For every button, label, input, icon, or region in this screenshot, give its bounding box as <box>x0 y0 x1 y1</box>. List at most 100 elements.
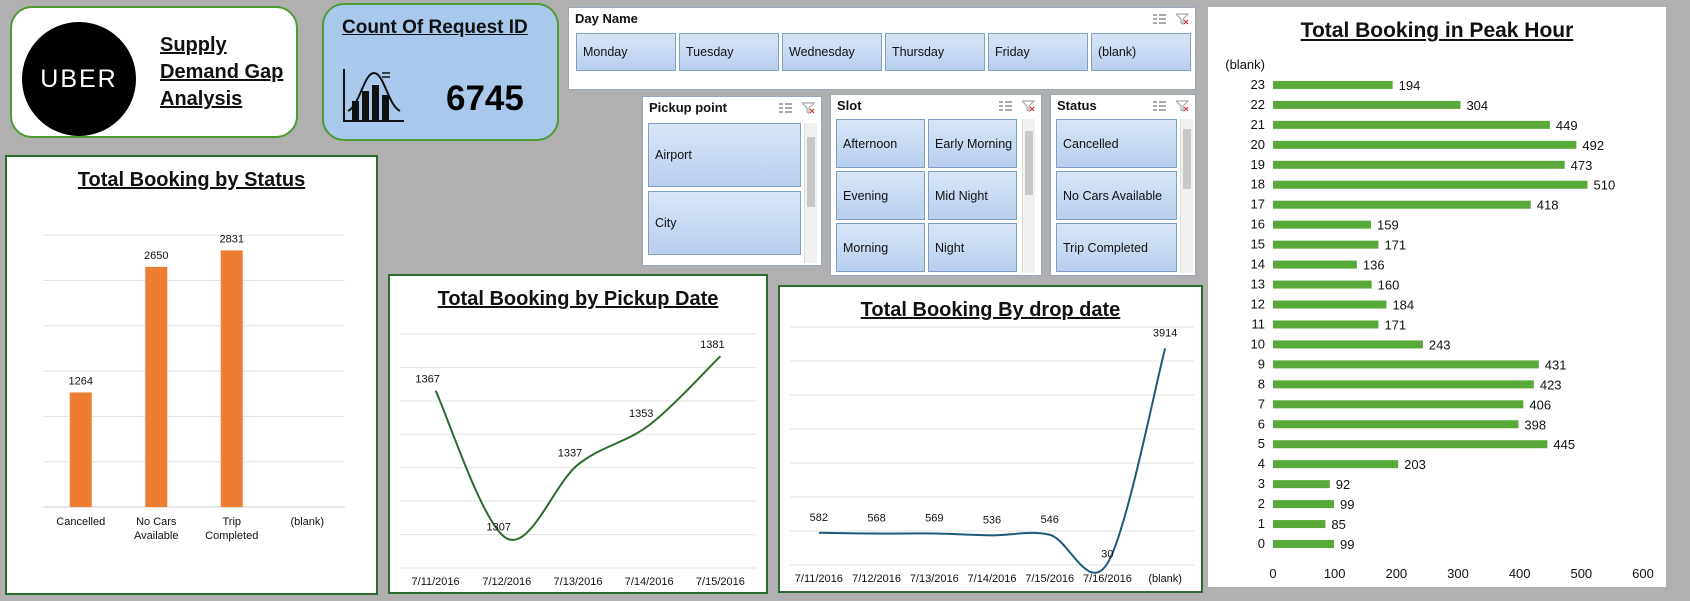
kpi-card: Count Of Request ID 6745 <box>322 3 559 141</box>
x-tick-label: 7/15/2016 <box>696 576 745 588</box>
clear-filter-icon[interactable] <box>800 101 816 119</box>
kpi-title: Count Of Request ID <box>342 17 528 38</box>
slicer-item-cancelled[interactable]: Cancelled <box>1056 119 1177 168</box>
y-tick-label: 4 <box>1258 456 1265 471</box>
data-label: 184 <box>1392 298 1414 313</box>
status-slicer: Status Cancelled No Cars Available Trip … <box>1050 94 1196 276</box>
data-label: 99 <box>1340 537 1354 552</box>
clear-filter-icon[interactable] <box>1020 99 1036 117</box>
data-label: 423 <box>1540 377 1562 392</box>
data-label: 136 <box>1363 258 1385 273</box>
y-tick-label: 20 <box>1251 137 1265 152</box>
slicer-scrollbar[interactable] <box>1022 119 1035 273</box>
multi-select-icon[interactable] <box>1153 12 1166 30</box>
x-tick-label: Trip <box>222 516 241 528</box>
bell-curve-bar-chart-icon <box>342 67 406 130</box>
x-tick-label: 7/11/2016 <box>795 573 843 585</box>
data-label: 203 <box>1404 457 1426 472</box>
clear-filter-icon[interactable] <box>1174 12 1190 30</box>
data-label: 1381 <box>700 339 724 351</box>
slicer-item-evening[interactable]: Evening <box>836 171 925 220</box>
bar <box>1273 400 1524 409</box>
data-label: 582 <box>810 512 828 524</box>
bar <box>1273 420 1519 429</box>
slicer-item-blank[interactable]: (blank) <box>1091 33 1191 71</box>
data-label: 398 <box>1524 417 1546 432</box>
y-tick-label: 18 <box>1251 177 1265 192</box>
slicer-title: Status <box>1057 98 1097 113</box>
y-tick-label: 5 <box>1258 436 1265 451</box>
slicer-item-wednesday[interactable]: Wednesday <box>782 33 882 71</box>
x-tick-label: 7/13/2016 <box>910 573 959 585</box>
y-tick-label: 6 <box>1258 416 1265 431</box>
slicer-item-friday[interactable]: Friday <box>988 33 1088 71</box>
bar <box>1273 220 1372 229</box>
data-label: 1353 <box>629 408 653 420</box>
slicer-scrollbar[interactable] <box>1180 119 1193 273</box>
multi-select-icon[interactable] <box>1153 99 1166 117</box>
x-tick-label: 7/15/2016 <box>1025 573 1074 585</box>
day-name-slicer: Day Name Monday Tuesday Wednesday Thursd… <box>568 7 1196 90</box>
y-tick-label: 0 <box>1258 536 1265 551</box>
bar <box>1273 140 1577 149</box>
y-tick-label: 12 <box>1251 297 1265 312</box>
x-tick-label: 300 <box>1447 566 1469 581</box>
clear-filter-icon[interactable] <box>1174 99 1190 117</box>
y-tick-label: 22 <box>1251 97 1265 112</box>
bar <box>1273 440 1548 449</box>
multi-select-icon[interactable] <box>999 99 1012 117</box>
slicer-item-tuesday[interactable]: Tuesday <box>679 33 779 71</box>
slicer-item-early-morning[interactable]: Early Morning <box>928 119 1017 168</box>
data-label: 568 <box>867 513 885 525</box>
y-tick-label: 16 <box>1251 217 1265 232</box>
slicer-item-night[interactable]: Night <box>928 223 1017 272</box>
x-tick-label: 0 <box>1269 566 1276 581</box>
slicer-title: Pickup point <box>649 100 727 115</box>
kpi-value: 6745 <box>446 79 524 118</box>
slicer-item-trip-completed[interactable]: Trip Completed <box>1056 223 1177 272</box>
slicer-item-morning[interactable]: Morning <box>836 223 925 272</box>
data-label: 473 <box>1571 158 1593 173</box>
bar <box>220 250 243 508</box>
x-tick-label: 400 <box>1509 566 1531 581</box>
data-label: 194 <box>1399 78 1421 93</box>
slicer-item-city[interactable]: City <box>648 191 801 255</box>
slicer-item-afternoon[interactable]: Afternoon <box>836 119 925 168</box>
slicer-item-thursday[interactable]: Thursday <box>885 33 985 71</box>
bar <box>1273 200 1531 209</box>
bar <box>1273 100 1461 109</box>
data-label: 569 <box>925 513 943 525</box>
drop-date-line-chart: 582 7/11/2016 568 7/12/2016 569 7/13/2016 536 7… <box>790 326 1194 585</box>
x-tick-label: 500 <box>1570 566 1592 581</box>
slicer-item-mid-night[interactable]: Mid Night <box>928 171 1017 220</box>
data-label: 406 <box>1529 397 1551 412</box>
data-label: 159 <box>1377 218 1399 233</box>
data-label: 2831 <box>220 233 244 245</box>
x-tick-label: 7/12/2016 <box>482 576 531 588</box>
dashboard-title: Supply Demand Gap Analysis <box>160 34 284 110</box>
x-tick-label: No Cars <box>136 516 177 528</box>
data-label: 243 <box>1429 337 1451 352</box>
dashboard: UBER Supply Demand Gap Analysis Count Of… <box>0 0 1690 601</box>
bar <box>1273 500 1335 509</box>
y-tick-label: 17 <box>1251 197 1265 212</box>
slicer-scrollbar[interactable] <box>804 123 817 263</box>
bar <box>1273 380 1534 389</box>
bar <box>1273 480 1330 489</box>
data-label: 1307 <box>487 521 511 533</box>
data-label: 171 <box>1384 238 1406 253</box>
multi-select-icon[interactable] <box>779 101 792 119</box>
slicer-item-no-cars-available[interactable]: No Cars Available <box>1056 171 1177 220</box>
bar <box>1273 260 1357 269</box>
bar <box>1273 300 1387 309</box>
bar <box>1273 540 1335 549</box>
y-tick-label: (blank) <box>1225 57 1265 72</box>
data-label: 2650 <box>144 250 168 262</box>
slicer-item-airport[interactable]: Airport <box>648 123 801 187</box>
bar <box>145 266 168 507</box>
y-tick-label: 19 <box>1251 157 1265 172</box>
bar <box>1273 180 1588 189</box>
slicer-item-monday[interactable]: Monday <box>576 33 676 71</box>
y-tick-label: 11 <box>1252 316 1266 331</box>
data-label: 1264 <box>69 375 93 387</box>
